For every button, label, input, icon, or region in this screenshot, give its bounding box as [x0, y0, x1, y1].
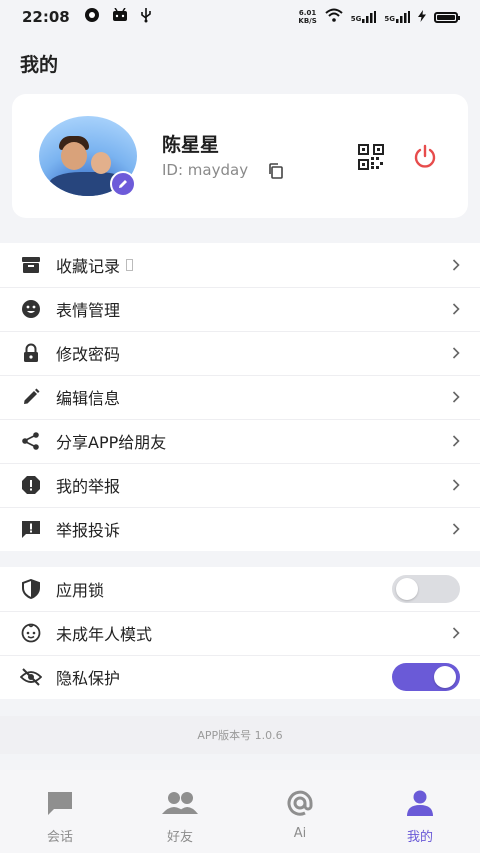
pencil-icon — [20, 386, 42, 408]
menu-item-share-app[interactable]: 分享APP给朋友 — [0, 419, 480, 463]
child-face-icon — [20, 622, 42, 644]
android-icon — [112, 7, 128, 26]
at-icon — [286, 790, 314, 820]
copy-icon[interactable] — [267, 162, 285, 184]
chevron-right-icon — [452, 388, 460, 407]
profile-card: 陈星星 ID: mayday — [12, 94, 468, 218]
menu-group-security: 应用锁 未成年人模式 隐私保护 — [0, 567, 480, 699]
share-icon — [20, 430, 42, 452]
app-lock-toggle[interactable] — [392, 575, 460, 603]
friends-icon — [162, 790, 198, 820]
archive-icon — [20, 254, 42, 276]
menu-item-minor-mode[interactable]: 未成年人模式 — [0, 611, 480, 655]
menu-item-privacy: 隐私保护 — [0, 655, 480, 699]
edit-icon[interactable] — [110, 171, 136, 197]
chevron-right-icon — [452, 624, 460, 643]
status-bar: 22:08 6.01 KB/S 5G 5G — [0, 0, 480, 34]
chevron-right-icon — [452, 520, 460, 539]
menu-item-app-lock: 应用锁 — [0, 567, 480, 611]
signal-icon: 5G — [384, 11, 410, 23]
menu-item-change-password[interactable]: 修改密码 — [0, 331, 480, 375]
status-time: 22:08 — [22, 8, 70, 26]
chat-icon — [46, 790, 74, 820]
chevron-right-icon — [452, 476, 460, 495]
menu-item-my-reports[interactable]: 我的举报 — [0, 463, 480, 507]
qr-code-icon[interactable] — [358, 144, 384, 174]
menu-item-complaints[interactable]: 举报投诉 — [0, 507, 480, 551]
notification-icon — [84, 7, 100, 27]
tab-ai[interactable]: Ai — [240, 770, 360, 853]
person-icon — [405, 790, 435, 820]
menu-group-features: 收藏记录 表情管理 修改密码 编辑信息 分享APP给朋友 我的举报 举报投诉 — [0, 243, 480, 551]
charging-icon — [418, 8, 426, 26]
chevron-right-icon — [452, 256, 460, 275]
alert-octagon-icon — [20, 474, 42, 496]
privacy-toggle[interactable] — [392, 663, 460, 691]
signal-icon: 5G — [351, 11, 377, 23]
user-name: 陈星星 — [162, 134, 220, 156]
tab-me[interactable]: 我的 — [360, 770, 480, 853]
user-id: ID: mayday — [162, 161, 249, 179]
battery-icon — [434, 11, 460, 23]
placeholder-glyph — [126, 259, 134, 271]
usb-icon — [140, 7, 152, 27]
tab-chat[interactable]: 会话 — [0, 770, 120, 853]
power-icon[interactable] — [412, 144, 438, 174]
chevron-right-icon — [452, 432, 460, 451]
feedback-icon — [20, 518, 42, 540]
page-title: 我的 — [20, 54, 59, 76]
chevron-right-icon — [452, 344, 460, 363]
bottom-tab-bar: 会话 好友 Ai 我的 — [0, 770, 480, 853]
menu-item-favorites[interactable]: 收藏记录 — [0, 243, 480, 287]
lock-icon — [20, 342, 42, 364]
app-version: APP版本号 1.0.6 — [0, 716, 480, 754]
smiley-icon — [20, 298, 42, 320]
menu-item-emoji[interactable]: 表情管理 — [0, 287, 480, 331]
shield-icon — [20, 578, 42, 600]
tab-friends[interactable]: 好友 — [120, 770, 240, 853]
chevron-right-icon — [452, 300, 460, 319]
net-speed: 6.01 KB/S — [298, 9, 317, 25]
eye-off-icon — [20, 666, 42, 688]
wifi-icon — [325, 8, 343, 26]
menu-item-edit-info[interactable]: 编辑信息 — [0, 375, 480, 419]
